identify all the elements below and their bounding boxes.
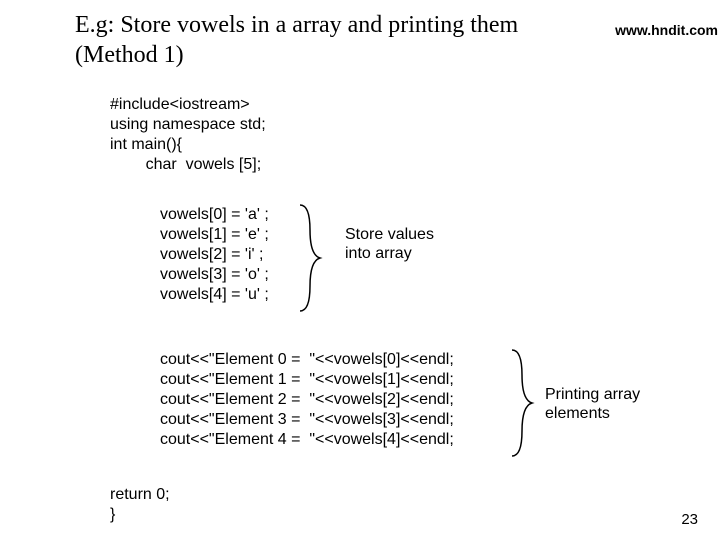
brace-icon (298, 203, 328, 313)
title-line-2: (Method 1) (75, 42, 184, 68)
brace-icon (510, 348, 540, 458)
slide-title: E.g: Store vowels in a array and printin… (75, 10, 518, 70)
annotation-store: Store values into array (345, 225, 455, 263)
title-line-1: E.g: Store vowels in a array and printin… (75, 12, 518, 38)
code-block-print: cout<<"Element 0 = "<<vowels[0]<<endl; c… (160, 350, 454, 450)
annotation-print: Printing array elements (545, 385, 675, 423)
code-block-header: #include<iostream> using namespace std; … (110, 95, 266, 175)
watermark-url: www.hndit.com (615, 22, 718, 38)
code-block-assign: vowels[0] = 'a' ; vowels[1] = 'e' ; vowe… (160, 205, 269, 305)
code-block-footer: return 0; } (110, 485, 170, 525)
page-number: 23 (681, 511, 698, 528)
